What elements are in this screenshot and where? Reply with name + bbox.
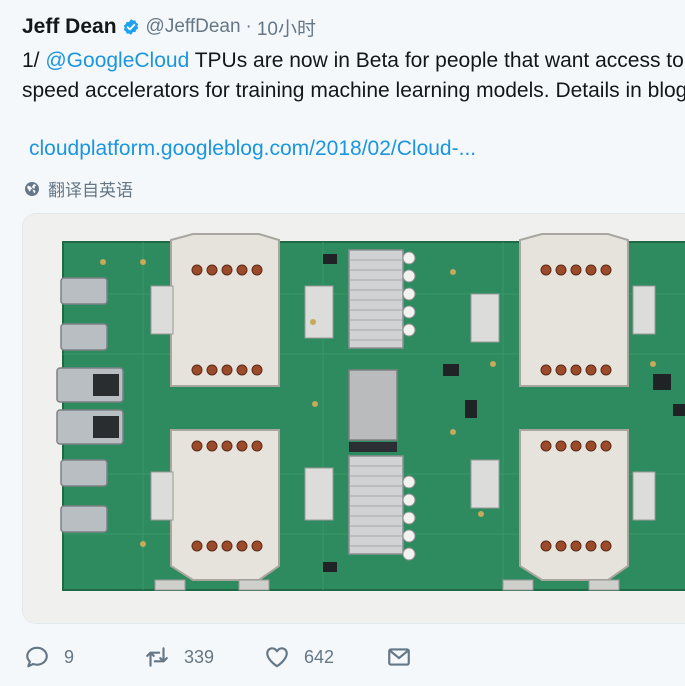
translate-label: 翻译自英语 [48, 181, 133, 200]
tweet-timestamp[interactable]: 10小时 [257, 14, 316, 41]
verified-badge-icon [123, 19, 138, 35]
like-button[interactable]: 642 [264, 644, 386, 670]
tweet-actions: 9 339 642 [24, 644, 412, 670]
retweet-count: 339 [184, 646, 215, 667]
tweet-text: 1/ @GoogleCloud TPUs are now in Beta for… [22, 46, 685, 106]
mention-link[interactable]: @GoogleCloud [45, 49, 189, 72]
author-name[interactable]: Jeff Dean [22, 15, 117, 39]
tweet-header: Jeff Dean @JeffDean · 10小时 [22, 14, 316, 40]
header-separator: · [245, 16, 252, 37]
reply-count: 9 [64, 646, 75, 667]
tweet-text-line-2: speed accelerators for training machine … [22, 79, 685, 102]
globe-icon [25, 181, 39, 196]
reply-icon [26, 646, 48, 668]
tweet-photo[interactable] [22, 213, 685, 624]
direct-message-button[interactable] [386, 644, 412, 670]
tweet-text-line-1: 1/ @GoogleCloud TPUs are now in Beta for… [22, 46, 685, 76]
like-count: 642 [304, 646, 335, 667]
reply-button[interactable]: 9 [24, 644, 144, 670]
retweet-button[interactable]: 339 [144, 644, 264, 670]
translate-button[interactable]: 翻译自英语 [24, 176, 133, 201]
like-icon [266, 647, 288, 668]
retweet-icon [146, 647, 168, 667]
tweet-card: Jeff Dean @JeffDean · 10小时 1/ @GoogleClo… [0, 0, 685, 686]
blog-link[interactable]: cloudplatform.googleblog.com/2018/02/Clo… [29, 137, 476, 161]
author-handle[interactable]: @JeffDean [146, 16, 241, 38]
tweet-text-line-1-rest: TPUs are now in Beta for people that wan… [189, 49, 685, 72]
tpu-board-photo [23, 214, 685, 623]
thread-number: 1/ [22, 49, 46, 72]
message-icon [388, 648, 410, 666]
